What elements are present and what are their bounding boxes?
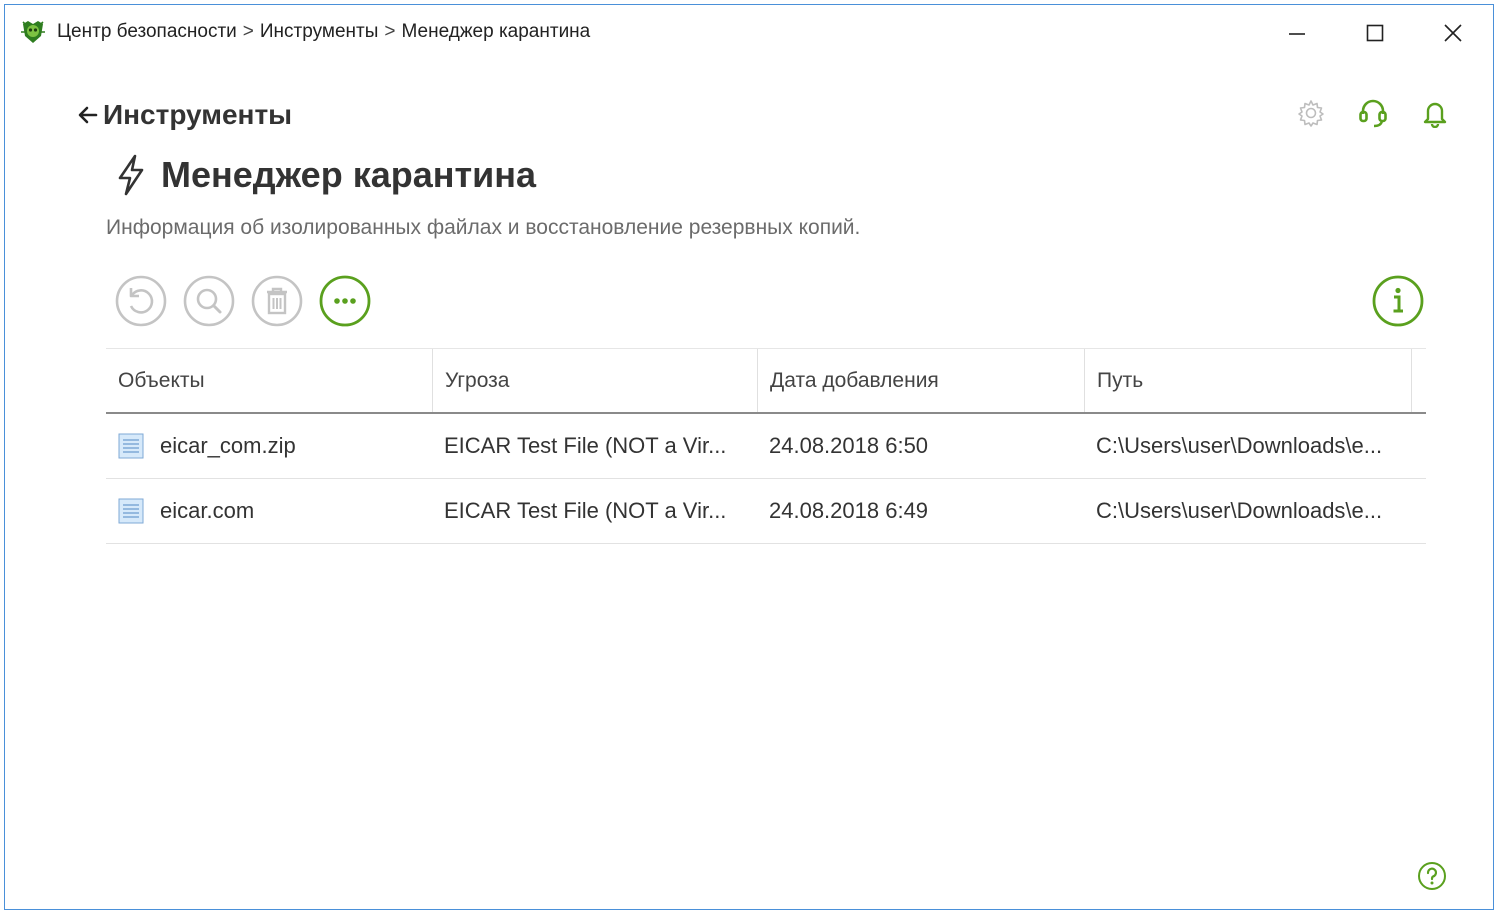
column-header-path[interactable]: Путь (1084, 349, 1411, 412)
table-header: Объекты Угроза Дата добавления Путь (106, 348, 1426, 414)
spider-logo-icon (21, 21, 45, 43)
app-window: Центр безопасности > Инструменты > Менеджер … (4, 4, 1494, 910)
notifications-button[interactable] (1417, 95, 1453, 131)
header-actions (1293, 95, 1453, 131)
document-icon (118, 433, 144, 459)
toolbar (115, 275, 371, 327)
page-title: Менеджер карантина (161, 154, 537, 195)
breadcrumb-item[interactable]: Центр безопасности (57, 21, 237, 43)
back-label: Инструменты (103, 99, 293, 130)
delete-icon[interactable] (251, 275, 303, 327)
breadcrumb-item-current: Менеджер карантина (401, 21, 591, 42)
back-button[interactable]: Инструменты (77, 99, 292, 131)
cell-date: 24.08.2018 6:50 (769, 433, 929, 458)
column-header-threat[interactable]: Угроза (432, 349, 757, 412)
breadcrumb-separator: > (384, 21, 396, 42)
column-header-date[interactable]: Дата добавления (757, 349, 1084, 412)
table-row[interactable]: eicar_com.zip EICAR Test File (NOT a Vir… (106, 414, 1426, 479)
maximize-button[interactable] (1355, 15, 1395, 51)
minimize-button[interactable] (1277, 15, 1317, 51)
scan-icon[interactable] (183, 275, 235, 327)
page-description: Информация об изолированных файлах и вос… (106, 216, 861, 239)
minimize-icon (1289, 33, 1305, 35)
cell-threat: EICAR Test File (NOT a Vir... (444, 433, 727, 458)
column-header-objects[interactable]: Объекты (106, 349, 432, 412)
arrow-left-icon (78, 106, 98, 124)
support-button[interactable] (1355, 95, 1391, 131)
more-icon[interactable] (319, 275, 371, 327)
column-header-filler (1411, 349, 1426, 412)
info-icon[interactable] (1372, 275, 1424, 327)
title-bar: Центр безопасности > Инструменты > Менеджер … (5, 5, 1493, 61)
breadcrumb: Центр безопасности > Инструменты > Менеджер … (57, 21, 590, 43)
document-icon (118, 498, 144, 524)
close-button[interactable] (1433, 15, 1473, 51)
quarantine-table: Объекты Угроза Дата добавления Путь eica… (106, 348, 1426, 544)
close-icon (1444, 24, 1462, 42)
lightning-icon (118, 154, 144, 196)
settings-button[interactable] (1293, 95, 1329, 131)
object-name: eicar_com.zip (160, 433, 296, 458)
cell-threat: EICAR Test File (NOT a Vir... (444, 498, 727, 523)
maximize-icon (1366, 24, 1384, 42)
cell-path: C:\Users\user\Downloads\e... (1096, 433, 1383, 458)
object-name: eicar.com (160, 498, 255, 523)
cell-object: eicar.com (106, 498, 432, 524)
restore-icon[interactable] (115, 275, 167, 327)
cell-object: eicar_com.zip (106, 433, 432, 459)
breadcrumb-item[interactable]: Инструменты (260, 21, 378, 43)
help-icon[interactable] (1417, 861, 1447, 891)
cell-date: 24.08.2018 6:49 (769, 498, 929, 523)
breadcrumb-separator: > (242, 21, 254, 42)
table-row[interactable]: eicar.com EICAR Test File (NOT a Vir... … (106, 479, 1426, 544)
bell-icon (1423, 102, 1447, 128)
headset-icon (1359, 99, 1387, 128)
page-heading: Менеджер карантина (113, 153, 536, 197)
cell-path: C:\Users\user\Downloads\e... (1096, 498, 1383, 523)
gear-icon (1298, 100, 1324, 127)
